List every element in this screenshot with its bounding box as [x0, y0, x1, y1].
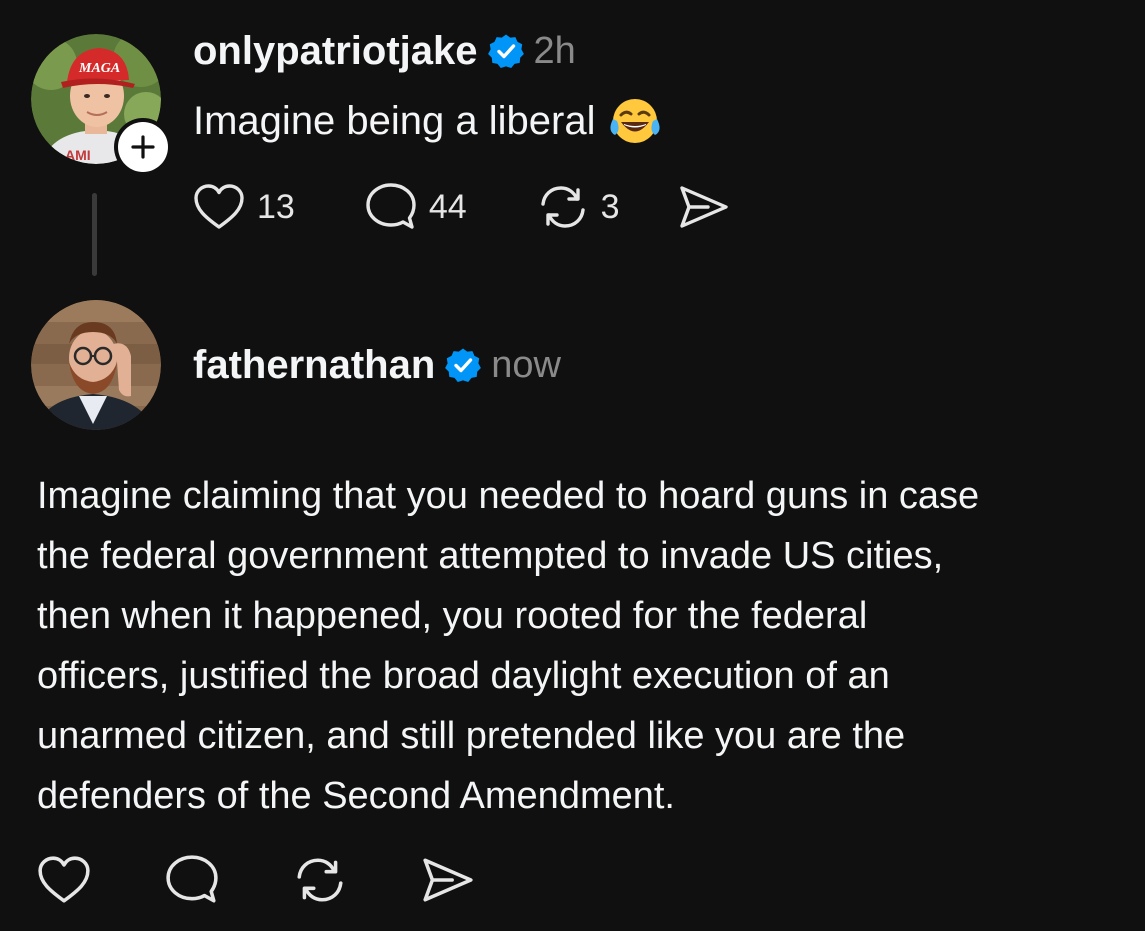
- reply-button[interactable]: 44: [365, 182, 467, 232]
- repost-icon: [540, 186, 585, 228]
- like-count: 13: [257, 187, 295, 226]
- post-body: Imagine being a liberal: [193, 95, 661, 147]
- post-actions: 13 44 3: [193, 181, 730, 233]
- like-button[interactable]: 13: [193, 183, 295, 231]
- repost-button[interactable]: [293, 855, 347, 905]
- post-actions: [37, 852, 475, 908]
- avatar-hat-text: MAGA: [78, 61, 120, 76]
- comment-icon: [166, 855, 218, 903]
- avatar-fathernathan[interactable]: [31, 300, 161, 430]
- share-button[interactable]: [678, 184, 730, 230]
- like-button[interactable]: [37, 855, 91, 905]
- username[interactable]: fathernathan: [193, 343, 435, 388]
- post-text-line: then when it happened, you rooted for th…: [37, 595, 868, 637]
- post-body: Imagine claiming that you needed to hoar…: [37, 466, 1127, 826]
- heart-icon: [38, 856, 90, 903]
- repost-icon: [297, 858, 343, 902]
- post-header: fathernathan now: [193, 342, 561, 388]
- comment-icon: [366, 183, 416, 229]
- share-button[interactable]: [421, 856, 475, 904]
- timestamp: now: [491, 343, 561, 386]
- svg-text:AMI: AMI: [65, 147, 91, 163]
- verified-badge-icon: [487, 33, 524, 69]
- thread-line: [92, 193, 97, 276]
- repost-count: 3: [600, 187, 620, 226]
- post-text-line: unarmed citizen, and still pretended lik…: [37, 715, 906, 757]
- plus-icon: [131, 135, 155, 159]
- post-text-line: the federal government attempted to inva…: [37, 535, 944, 577]
- follow-button[interactable]: [114, 118, 172, 176]
- post-onlypatriotjake: AMI MAGA onlypatriotjake 2h Imagine bein…: [0, 0, 1145, 290]
- post-text-line: Imagine claiming that you needed to hoar…: [37, 475, 980, 517]
- post-text-line: officers, justified the broad daylight e…: [37, 655, 890, 697]
- reply-count: 44: [428, 187, 467, 226]
- tears-of-joy-emoji: [609, 95, 661, 147]
- share-icon: [679, 186, 728, 228]
- username[interactable]: onlypatriotjake: [193, 29, 478, 74]
- timestamp: 2h: [533, 29, 576, 72]
- heart-icon: [194, 184, 244, 229]
- verified-badge-icon: [445, 347, 482, 383]
- repost-button[interactable]: 3: [537, 183, 620, 231]
- post-text-line: defenders of the Second Amendment.: [37, 775, 675, 817]
- post-header: onlypatriotjake 2h: [193, 28, 576, 74]
- reply-button[interactable]: [165, 854, 219, 906]
- share-icon: [423, 858, 473, 902]
- post-text: Imagine being a liberal: [193, 98, 596, 143]
